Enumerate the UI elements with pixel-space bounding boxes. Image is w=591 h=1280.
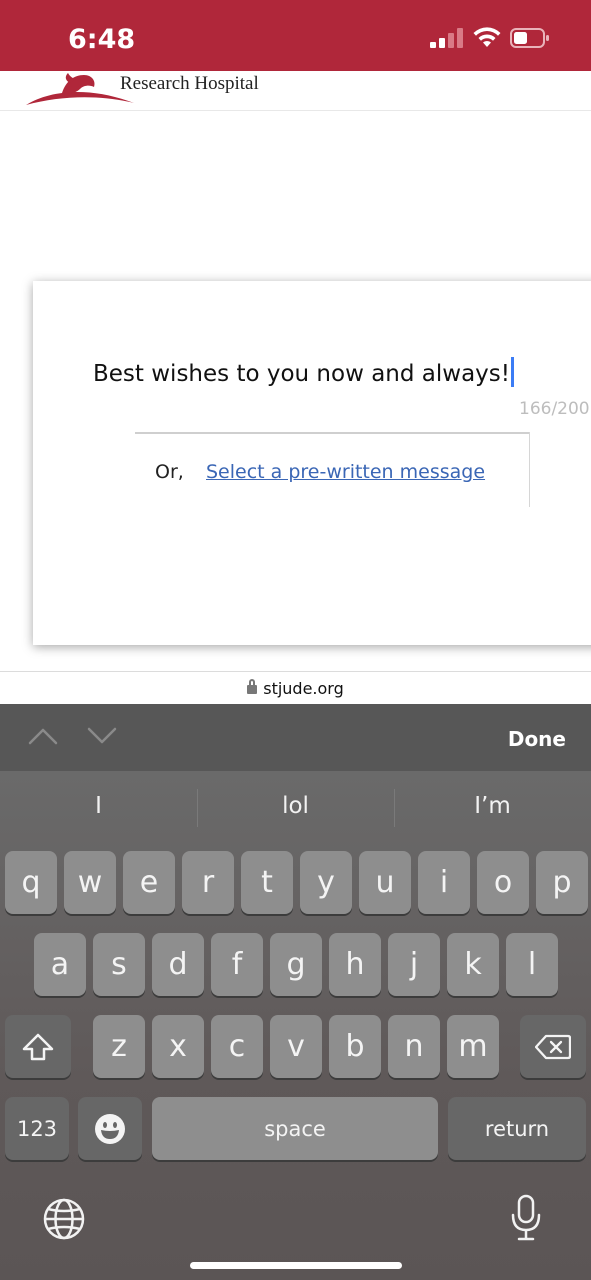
emoji-key[interactable] [78, 1097, 142, 1160]
key-y[interactable]: y [300, 851, 352, 914]
shift-key[interactable] [5, 1015, 71, 1078]
chevron-up-icon[interactable] [28, 726, 58, 746]
or-label: Or, [155, 461, 184, 483]
key-f[interactable]: f [211, 933, 263, 996]
site-header: Research Hospital [0, 71, 591, 111]
wifi-icon [473, 27, 501, 47]
cellular-signal-icon [430, 28, 463, 48]
done-button[interactable]: Done [508, 727, 566, 751]
key-t[interactable]: t [241, 851, 293, 914]
key-o[interactable]: o [477, 851, 529, 914]
lock-icon [247, 679, 258, 694]
space-key[interactable]: space [152, 1097, 438, 1160]
browser-url-bar[interactable]: stjude.org [0, 671, 591, 704]
key-e[interactable]: e [123, 851, 175, 914]
message-card: Best wishes to you now and always! 166/2… [33, 281, 591, 645]
onscreen-keyboard: I lol I’m q w e r t y u i o p a s d f g … [0, 771, 591, 1280]
key-c[interactable]: c [211, 1015, 263, 1078]
message-text: Best wishes to you now and always! [93, 361, 510, 387]
key-a[interactable]: a [34, 933, 86, 996]
suggestion-item[interactable]: lol [197, 793, 394, 819]
url-domain: stjude.org [263, 679, 344, 698]
key-i[interactable]: i [418, 851, 470, 914]
key-s[interactable]: s [93, 933, 145, 996]
key-r[interactable]: r [182, 851, 234, 914]
divider [529, 432, 530, 507]
home-indicator[interactable] [190, 1262, 402, 1269]
chevron-down-icon[interactable] [87, 726, 117, 746]
globe-icon[interactable] [42, 1197, 86, 1241]
keyboard-accessory-bar: Done [0, 704, 591, 771]
key-h[interactable]: h [329, 933, 381, 996]
select-prewritten-message-link[interactable]: Select a pre-written message [206, 461, 485, 483]
key-g[interactable]: g [270, 933, 322, 996]
suggestion-item[interactable]: I’m [394, 793, 591, 819]
key-j[interactable]: j [388, 933, 440, 996]
key-d[interactable]: d [152, 933, 204, 996]
key-v[interactable]: v [270, 1015, 322, 1078]
key-u[interactable]: u [359, 851, 411, 914]
key-m[interactable]: m [447, 1015, 499, 1078]
status-time: 6:48 [68, 24, 136, 55]
divider [135, 432, 530, 434]
key-x[interactable]: x [152, 1015, 204, 1078]
key-w[interactable]: w [64, 851, 116, 914]
status-bar: 6:48 [0, 0, 591, 71]
emoji-icon [95, 1113, 125, 1144]
suggestion-item[interactable]: I [0, 793, 197, 819]
shift-icon [22, 1033, 54, 1060]
return-key[interactable]: return [448, 1097, 586, 1160]
microphone-icon[interactable] [510, 1194, 542, 1242]
key-q[interactable]: q [5, 851, 57, 914]
key-z[interactable]: z [93, 1015, 145, 1078]
hospital-name[interactable]: Research Hospital [120, 73, 259, 95]
key-b[interactable]: b [329, 1015, 381, 1078]
delete-key[interactable] [520, 1015, 586, 1078]
character-counter: 166/200 [519, 399, 590, 419]
text-caret [510, 357, 514, 387]
battery-icon [510, 28, 549, 48]
message-textarea[interactable]: Best wishes to you now and always! [93, 357, 514, 387]
key-k[interactable]: k [447, 933, 499, 996]
delete-icon [535, 1034, 571, 1059]
numbers-key[interactable]: 123 [5, 1097, 69, 1160]
key-n[interactable]: n [388, 1015, 440, 1078]
url-display[interactable]: stjude.org [0, 679, 591, 698]
key-l[interactable]: l [506, 933, 558, 996]
key-p[interactable]: p [536, 851, 588, 914]
